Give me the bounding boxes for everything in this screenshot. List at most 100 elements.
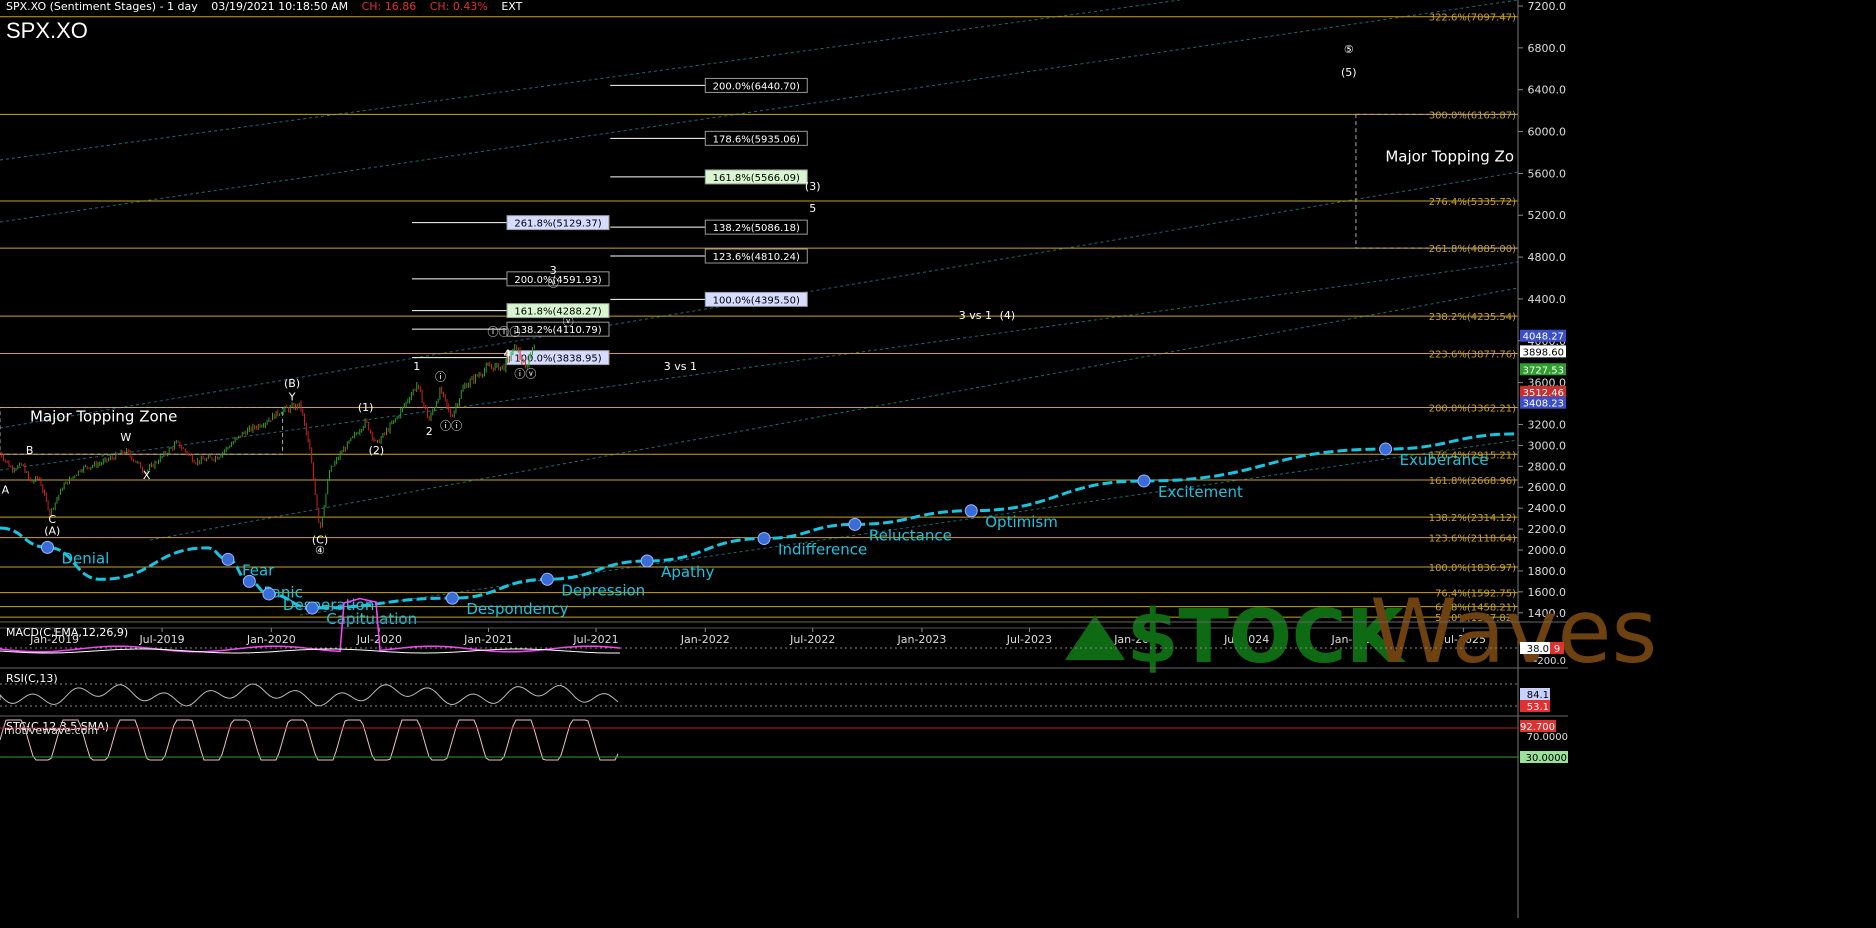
y-tick-label: 5600.0 — [1528, 167, 1567, 180]
wave-label: ⓘⓘ — [440, 420, 462, 433]
fib-target-label: 261.8%(5129.37) — [514, 219, 601, 230]
wave-label: 3 vs 1 — [959, 309, 992, 322]
sentiment-stage-dot — [445, 591, 459, 605]
wave-label: (5) — [1341, 66, 1357, 79]
macd-value: 38.0 — [1527, 644, 1549, 655]
y-tick-label: 1800.0 — [1528, 565, 1567, 578]
fib-target-label: 200.0%(6440.70) — [713, 81, 800, 92]
y-tick-label: 3200.0 — [1528, 418, 1567, 431]
y-tick-label: 2200.0 — [1528, 523, 1567, 536]
y-tick-label: 2400.0 — [1528, 502, 1567, 515]
fib-target-label: 161.8%(4288.27) — [514, 307, 601, 318]
fib-target-label: 100.0%(4395.50) — [713, 295, 800, 306]
brand-text-stock: $TOCK — [1127, 594, 1406, 680]
chart-title: SPX.XO (Sentiment Stages) - 1 day — [6, 0, 198, 13]
x-tick-label: Jul-2022 — [789, 633, 835, 646]
sentiment-stage-dot — [1379, 442, 1393, 456]
sentiment-stage-dot — [262, 587, 276, 601]
y-tick-label: 2000.0 — [1528, 544, 1567, 557]
wave-label: 4 — [503, 348, 510, 361]
rsi-value: 84.1 — [1527, 690, 1549, 701]
fib-target-label: 138.2%(5086.18) — [713, 223, 800, 234]
sentiment-stage-dot — [848, 517, 862, 531]
wave-label: B — [26, 444, 34, 457]
wave-label: ⓥ — [548, 276, 559, 289]
watermark: motivewave.com — [4, 724, 99, 737]
price-marker-label: 3408.23 — [1523, 399, 1564, 410]
sentiment-stage-label: Reluctance — [869, 526, 952, 544]
sentiment-stage-dot — [242, 574, 256, 588]
fib-level-label: 300.0%(6163.87) — [1429, 110, 1516, 121]
wave-label: X — [143, 469, 151, 482]
wave-label: ⓘ — [435, 371, 446, 384]
fib-level-label: 223.6%(3877.76) — [1429, 350, 1516, 361]
wave-label: A — [2, 484, 10, 497]
y-tick-label: 2600.0 — [1528, 481, 1567, 494]
chart-stage: 322.6%(7097.47) 300.0%(6163.87) 276.4%(533… — [0, 0, 1876, 924]
wave-label: 5 — [809, 202, 816, 215]
indicator-label-rsi: RSI(C,13) — [6, 672, 58, 685]
sentiment-stage-label: Optimism — [985, 513, 1058, 531]
rsi-value-2: 53.1 — [1527, 702, 1549, 713]
price-marker-label: 3898.60 — [1523, 347, 1564, 358]
wave-label: 3 — [550, 264, 557, 277]
wave-label: 1 — [413, 360, 420, 373]
header-session: EXT — [501, 0, 523, 13]
symbol-label: SPX.XO — [6, 18, 88, 43]
macd-axis-value: -200.0 — [1534, 656, 1566, 667]
header-change-pct: CH: 0.43% — [429, 0, 488, 13]
price-marker-label: 4048.27 — [1523, 332, 1564, 343]
x-tick-label: Jan-2022 — [680, 633, 730, 646]
y-tick-label: 5200.0 — [1528, 209, 1567, 222]
header-datetime: 03/19/2021 10:18:50 AM — [211, 0, 349, 13]
wave-label: Y — [288, 390, 296, 403]
sentiment-stage-label: Capitulation — [326, 610, 417, 628]
wave-label: 2 — [426, 425, 433, 438]
sentiment-stage-label: Apathy — [661, 563, 714, 581]
wave-label: 3 vs 1 — [664, 360, 697, 373]
x-tick-label: Jan-2020 — [246, 633, 296, 646]
chart-svg: 322.6%(7097.47) 300.0%(6163.87) 276.4%(533… — [0, 0, 1876, 924]
fib-target-label: 178.6%(5935.06) — [713, 134, 800, 145]
sentiment-stage-dot — [221, 552, 235, 566]
fib-target-label: 161.8%(5566.09) — [713, 173, 800, 184]
sentiment-stage-dot — [757, 531, 771, 545]
wave-label: (B) — [284, 377, 300, 390]
fib-level-label: 200.0%(3362.21) — [1429, 403, 1516, 414]
sentiment-stage-label: Denial — [61, 549, 109, 567]
x-tick-label: Jul-2019 — [138, 633, 184, 646]
chart-header: SPX.XO (Sentiment Stages) - 1 day 03/19/… — [6, 0, 532, 13]
wave-label: W — [120, 431, 131, 444]
wave-label: (A) — [44, 524, 60, 537]
fib-target-label: 123.6%(4810.24) — [713, 252, 800, 263]
y-tick-label: 4400.0 — [1528, 293, 1567, 306]
sentiment-stage-label: Indifference — [778, 540, 867, 558]
y-tick-label: 4800.0 — [1528, 251, 1567, 264]
wave-label: (3) — [805, 180, 821, 193]
wave-label: ⓘⓥ — [514, 367, 536, 380]
stc-upper-value: 70.0000 — [1527, 732, 1568, 743]
y-tick-label: 6400.0 — [1528, 84, 1567, 97]
sentiment-stage-dot — [540, 572, 554, 586]
fib-level-label: 138.2%(2314.12) — [1429, 513, 1516, 524]
y-tick-label: 6000.0 — [1528, 126, 1567, 139]
x-tick-label: Jan-2021 — [463, 633, 513, 646]
y-tick-label: 6800.0 — [1528, 42, 1567, 55]
x-tick-label: Jul-2021 — [572, 633, 618, 646]
price-marker-label: 3727.53 — [1523, 365, 1564, 376]
sentiment-stage-label: Exuberance — [1400, 451, 1489, 469]
sentiment-stage-dot — [1137, 474, 1151, 488]
fib-level-label: 238.2%(4235.54) — [1429, 312, 1516, 323]
fib-target-label: 100.0%(3838.95) — [514, 354, 601, 365]
y-tick-label: 2800.0 — [1528, 460, 1567, 473]
sentiment-stage-dot — [40, 540, 54, 554]
macd-hist-value: 9 — [1554, 644, 1560, 655]
topping-zone-label: Major Topping Zo — [1385, 147, 1514, 165]
sentiment-stage-label: Excitement — [1158, 483, 1243, 501]
sentiment-stage-dot — [305, 601, 319, 615]
sentiment-stage-dot — [964, 504, 978, 518]
fib-level-label: 322.6%(7097.47) — [1429, 13, 1516, 24]
fib-target-label: 138.2%(4110.79) — [514, 325, 601, 336]
wave-label: (4) — [1000, 309, 1016, 322]
fib-level-label: 100.0%(1836.97) — [1429, 563, 1516, 574]
